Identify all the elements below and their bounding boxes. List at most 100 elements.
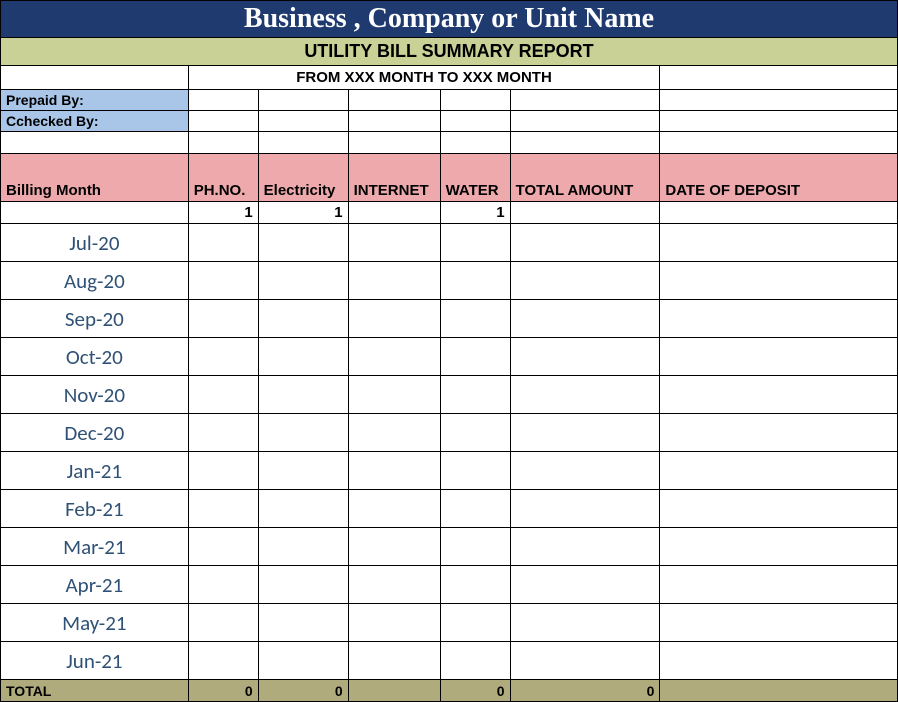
water-cell[interactable] [440,338,510,376]
total-amount-cell[interactable] [510,566,660,604]
table-row: May-21 [1,604,898,642]
date-deposit-cell[interactable] [660,566,898,604]
total-water: 0 [440,680,510,702]
billing-month-cell: Oct-20 [1,338,189,376]
phno-cell[interactable] [188,528,258,566]
water-cell[interactable] [440,642,510,680]
billing-month-cell: Nov-20 [1,376,189,414]
date-deposit-cell[interactable] [660,490,898,528]
table-row: Apr-21 [1,566,898,604]
internet-cell[interactable] [348,452,440,490]
initial-deposit[interactable] [660,202,898,224]
water-cell[interactable] [440,414,510,452]
initial-phno[interactable]: 1 [188,202,258,224]
phno-cell[interactable] [188,490,258,528]
prepaid-by-value[interactable] [188,90,258,111]
electricity-cell[interactable] [258,642,348,680]
electricity-cell[interactable] [258,452,348,490]
internet-cell[interactable] [348,490,440,528]
phno-cell[interactable] [188,338,258,376]
date-deposit-cell[interactable] [660,604,898,642]
total-amount-cell[interactable] [510,300,660,338]
prepaid-by-row: Prepaid By: [1,90,898,111]
internet-cell[interactable] [348,414,440,452]
date-deposit-cell[interactable] [660,528,898,566]
electricity-cell[interactable] [258,376,348,414]
internet-cell[interactable] [348,224,440,262]
electricity-cell[interactable] [258,604,348,642]
electricity-cell[interactable] [258,338,348,376]
electricity-cell[interactable] [258,566,348,604]
phno-cell[interactable] [188,300,258,338]
date-deposit-cell[interactable] [660,224,898,262]
date-deposit-cell[interactable] [660,300,898,338]
date-deposit-cell[interactable] [660,452,898,490]
internet-cell[interactable] [348,300,440,338]
billing-month-cell: Jul-20 [1,224,189,262]
water-cell[interactable] [440,452,510,490]
phno-cell[interactable] [188,262,258,300]
title-row: Business , Company or Unit Name [1,1,898,38]
electricity-cell[interactable] [258,528,348,566]
internet-cell[interactable] [348,604,440,642]
internet-cell[interactable] [348,566,440,604]
phno-cell[interactable] [188,376,258,414]
total-amount-cell[interactable] [510,224,660,262]
total-amount-cell[interactable] [510,414,660,452]
date-deposit-cell[interactable] [660,262,898,300]
billing-month-cell: May-21 [1,604,189,642]
table-row: Nov-20 [1,376,898,414]
water-cell[interactable] [440,224,510,262]
phno-cell[interactable] [188,566,258,604]
date-deposit-cell[interactable] [660,338,898,376]
water-cell[interactable] [440,262,510,300]
water-cell[interactable] [440,566,510,604]
billing-month-cell: Mar-21 [1,528,189,566]
billing-month-cell: Dec-20 [1,414,189,452]
electricity-cell[interactable] [258,224,348,262]
total-amount-cell[interactable] [510,490,660,528]
total-amount-cell[interactable] [510,452,660,490]
subtitle-row: UTILITY BILL SUMMARY REPORT [1,38,898,66]
date-deposit-cell[interactable] [660,642,898,680]
phno-cell[interactable] [188,224,258,262]
total-amount-cell[interactable] [510,376,660,414]
total-row: TOTAL 0 0 0 0 [1,680,898,702]
internet-cell[interactable] [348,338,440,376]
initial-electricity[interactable]: 1 [258,202,348,224]
water-cell[interactable] [440,604,510,642]
total-amount-cell[interactable] [510,642,660,680]
date-deposit-cell[interactable] [660,376,898,414]
checked-by-value[interactable] [188,111,258,132]
electricity-cell[interactable] [258,300,348,338]
phno-cell[interactable] [188,452,258,490]
water-cell[interactable] [440,490,510,528]
total-amount-cell[interactable] [510,604,660,642]
internet-cell[interactable] [348,376,440,414]
company-title: Business , Company or Unit Name [1,1,898,38]
phno-cell[interactable] [188,414,258,452]
date-range: FROM XXX MONTH TO XXX MONTH [188,66,660,90]
internet-cell[interactable] [348,642,440,680]
total-amount-cell[interactable] [510,338,660,376]
phno-cell[interactable] [188,604,258,642]
initial-total[interactable] [510,202,660,224]
electricity-cell[interactable] [258,490,348,528]
initial-water[interactable]: 1 [440,202,510,224]
phno-cell[interactable] [188,642,258,680]
water-cell[interactable] [440,376,510,414]
total-amount-cell[interactable] [510,262,660,300]
initial-internet[interactable] [348,202,440,224]
table-row: Jul-20 [1,224,898,262]
total-amount-cell[interactable] [510,528,660,566]
report-subtitle: UTILITY BILL SUMMARY REPORT [1,38,898,66]
date-deposit-cell[interactable] [660,414,898,452]
internet-cell[interactable] [348,262,440,300]
water-cell[interactable] [440,528,510,566]
electricity-cell[interactable] [258,414,348,452]
internet-cell[interactable] [348,528,440,566]
checked-by-row: Cchecked By: [1,111,898,132]
table-row: Dec-20 [1,414,898,452]
water-cell[interactable] [440,300,510,338]
electricity-cell[interactable] [258,262,348,300]
